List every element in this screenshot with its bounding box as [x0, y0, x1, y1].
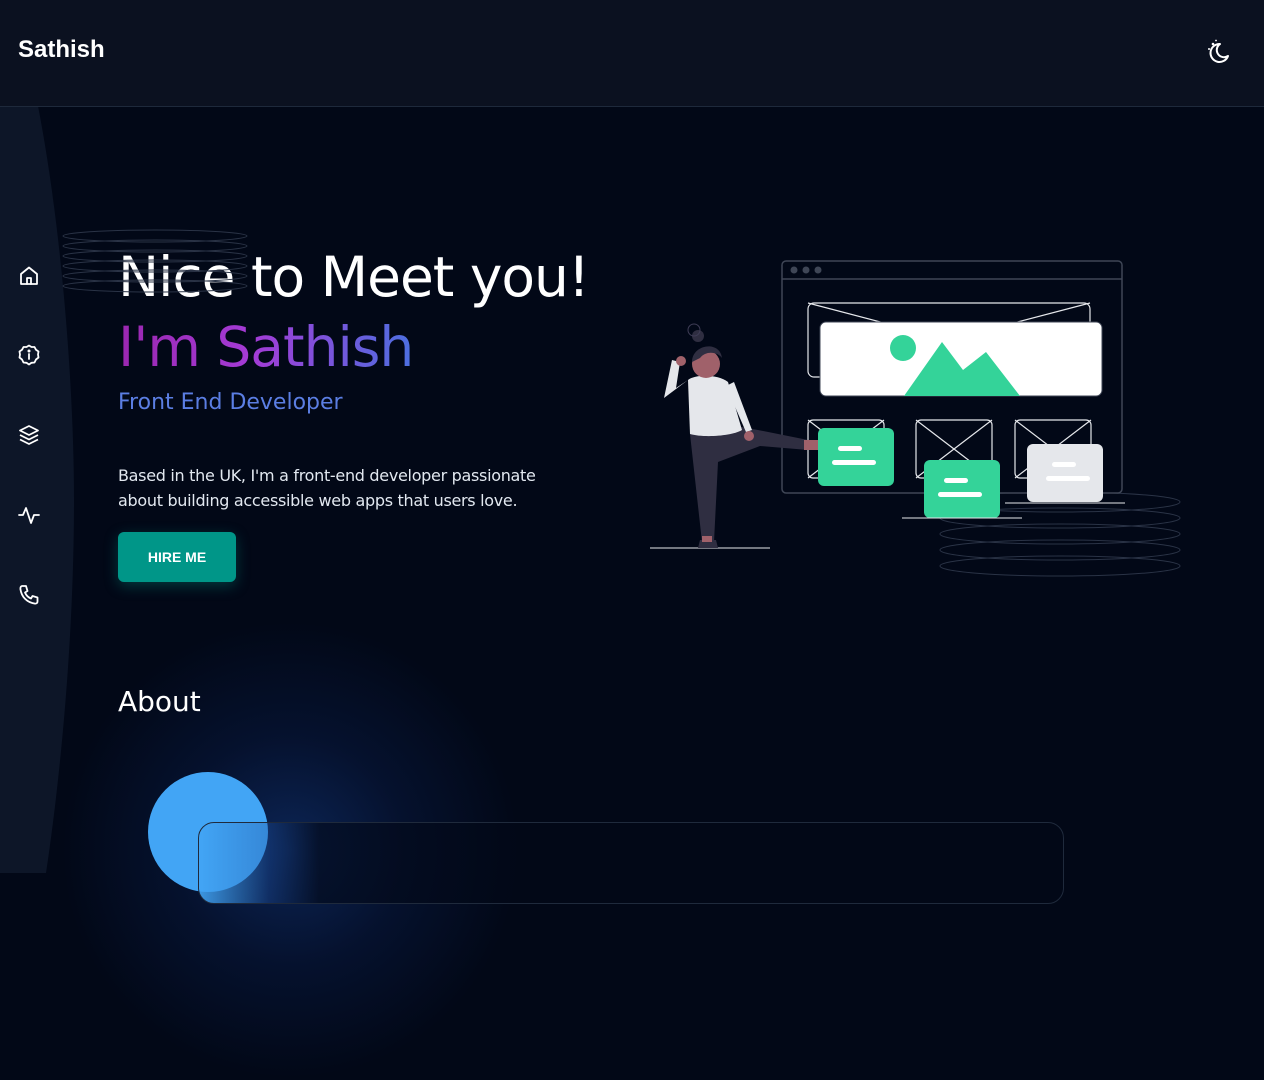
moon-stars-icon[interactable]	[1204, 38, 1232, 66]
info-icon[interactable]	[17, 343, 41, 367]
home-icon[interactable]	[17, 264, 41, 288]
decorative-rings	[62, 229, 248, 293]
layers-icon[interactable]	[17, 423, 41, 447]
activity-icon[interactable]	[17, 503, 41, 527]
phone-icon[interactable]	[17, 583, 41, 607]
brand-logo[interactable]: Sathish	[18, 36, 105, 64]
top-header: Sathish	[0, 0, 1264, 107]
hero-illustration	[650, 260, 1181, 577]
about-card	[198, 822, 1064, 904]
